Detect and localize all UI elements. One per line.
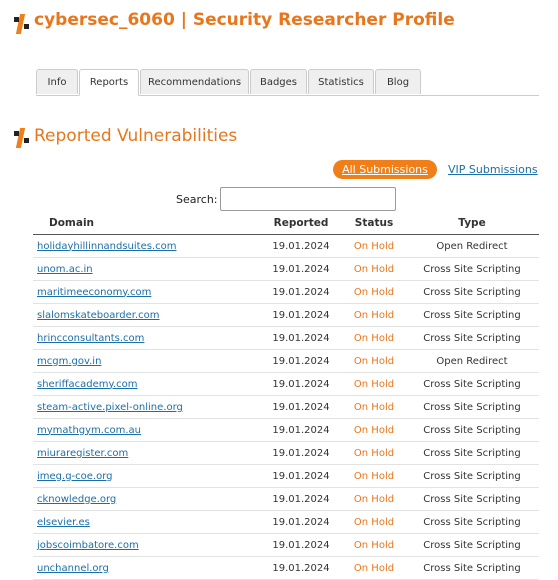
reported-date: 19.01.2024	[259, 487, 343, 511]
tab-info[interactable]: Info	[36, 69, 78, 94]
table-row: sheriffacademy.com 19.01.2024 On Hold Cr…	[33, 372, 539, 396]
status-text: On Hold	[343, 487, 405, 511]
reported-date: 19.01.2024	[259, 395, 343, 419]
reported-date: 19.01.2024	[259, 372, 343, 396]
table-row: miuraregister.com 19.01.2024 On Hold Cro…	[33, 441, 539, 465]
vulnerability-type: Open Redirect	[405, 349, 539, 373]
table-row: elsevier.es 19.01.2024 On Hold Cross Sit…	[33, 510, 539, 534]
domain-link[interactable]: maritimeeconomy.com	[37, 287, 151, 298]
table-row: hrincconsultants.com 19.01.2024 On Hold …	[33, 326, 539, 350]
column-header-reported[interactable]: Reported	[259, 212, 343, 235]
reported-date: 19.01.2024	[259, 303, 343, 327]
vulnerability-type: Cross Site Scripting	[405, 257, 539, 281]
status-text: On Hold	[343, 303, 405, 327]
status-text: On Hold	[343, 510, 405, 534]
table-row: cknowledge.org 19.01.2024 On Hold Cross …	[33, 487, 539, 511]
status-text: On Hold	[343, 280, 405, 304]
tab-recommendations[interactable]: Recommendations	[140, 69, 249, 94]
reported-date: 19.01.2024	[259, 257, 343, 281]
vulnerability-type: Cross Site Scripting	[405, 487, 539, 511]
domain-link[interactable]: holidayhillinnandsuites.com	[37, 241, 177, 252]
domain-link[interactable]: hrincconsultants.com	[37, 333, 144, 344]
reported-date: 19.01.2024	[259, 280, 343, 304]
vulnerability-type: Cross Site Scripting	[405, 441, 539, 465]
table-row: mcgm.gov.in 19.01.2024 On Hold Open Redi…	[33, 349, 539, 373]
domain-link[interactable]: steam-active.pixel-online.org	[37, 402, 183, 413]
reported-date: 19.01.2024	[259, 464, 343, 488]
table-row: maritimeeconomy.com 19.01.2024 On Hold C…	[33, 280, 539, 304]
reported-date: 19.01.2024	[259, 556, 343, 580]
reported-date: 19.01.2024	[259, 533, 343, 557]
reported-date: 19.01.2024	[259, 441, 343, 465]
reported-date: 19.01.2024	[259, 349, 343, 373]
vulnerability-type: Cross Site Scripting	[405, 418, 539, 442]
status-text: On Hold	[343, 533, 405, 557]
status-text: On Hold	[343, 464, 405, 488]
tab-statistics[interactable]: Statistics	[308, 69, 374, 94]
status-text: On Hold	[343, 326, 405, 350]
reported-date: 19.01.2024	[259, 510, 343, 534]
vulnerability-type: Cross Site Scripting	[405, 395, 539, 419]
domain-link[interactable]: jobscoimbatore.com	[37, 540, 139, 551]
status-text: On Hold	[343, 372, 405, 396]
vulnerability-type: Cross Site Scripting	[405, 280, 539, 304]
domain-link[interactable]: unchannel.org	[37, 563, 109, 574]
vulnerability-type: Cross Site Scripting	[405, 303, 539, 327]
table-row: imeg.g-coe.org 19.01.2024 On Hold Cross …	[33, 464, 539, 488]
domain-link[interactable]: unom.ac.in	[37, 264, 93, 275]
reported-date: 19.01.2024	[259, 326, 343, 350]
table-row: steam-active.pixel-online.org 19.01.2024…	[33, 395, 539, 419]
reported-date: 19.01.2024	[259, 418, 343, 442]
column-header-domain[interactable]: Domain	[33, 212, 259, 235]
section-title: Reported Vulnerabilities	[34, 126, 238, 146]
table-row: unchannel.org 19.01.2024 On Hold Cross S…	[33, 556, 539, 580]
status-text: On Hold	[343, 418, 405, 442]
vulnerability-type: Cross Site Scripting	[405, 533, 539, 557]
tab-reports[interactable]: Reports	[79, 69, 139, 96]
domain-link[interactable]: mcgm.gov.in	[37, 356, 101, 367]
section-logo-icon	[14, 128, 30, 148]
domain-link[interactable]: elsevier.es	[37, 517, 90, 528]
page-title: cybersec_6060 | Security Researcher Prof…	[34, 10, 455, 30]
status-text: On Hold	[343, 395, 405, 419]
domain-link[interactable]: slalomskateboarder.com	[37, 310, 160, 321]
domain-link[interactable]: sheriffacademy.com	[37, 379, 138, 390]
vulnerability-type: Cross Site Scripting	[405, 372, 539, 396]
column-header-status[interactable]: Status	[343, 212, 405, 235]
logo-icon	[14, 14, 30, 34]
reported-date: 19.01.2024	[259, 234, 343, 258]
status-text: On Hold	[343, 349, 405, 373]
domain-link[interactable]: imeg.g-coe.org	[37, 471, 113, 482]
vip-submissions-link[interactable]: VIP Submissions	[448, 160, 538, 179]
search-label: Search:	[176, 193, 218, 206]
domain-link[interactable]: cknowledge.org	[37, 494, 116, 505]
status-text: On Hold	[343, 441, 405, 465]
status-text: On Hold	[343, 234, 405, 258]
table-header-row: Domain Reported Status Type	[33, 212, 539, 235]
table-row: unom.ac.in 19.01.2024 On Hold Cross Site…	[33, 257, 539, 281]
vulnerability-type: Cross Site Scripting	[405, 464, 539, 488]
all-submissions-button[interactable]: All Submissions	[333, 160, 437, 179]
table-row: holidayhillinnandsuites.com 19.01.2024 O…	[33, 234, 539, 258]
column-header-type[interactable]: Type	[405, 212, 539, 235]
vulnerability-type: Cross Site Scripting	[405, 510, 539, 534]
search-input[interactable]	[220, 187, 396, 211]
tab-blog[interactable]: Blog	[375, 69, 421, 94]
vulnerability-type: Open Redirect	[405, 234, 539, 258]
status-text: On Hold	[343, 257, 405, 281]
vulnerability-type: Cross Site Scripting	[405, 556, 539, 580]
domain-link[interactable]: mymathgym.com.au	[37, 425, 141, 436]
tab-badges[interactable]: Badges	[250, 69, 307, 94]
vulnerability-type: Cross Site Scripting	[405, 326, 539, 350]
vulnerabilities-table: Domain Reported Status Type holidayhilli…	[33, 212, 539, 580]
domain-link[interactable]: miuraregister.com	[37, 448, 128, 459]
table-row: slalomskateboarder.com 19.01.2024 On Hol…	[33, 303, 539, 327]
status-text: On Hold	[343, 556, 405, 580]
profile-tabs: Info Reports Recommendations Badges Stat…	[36, 69, 539, 96]
table-row: mymathgym.com.au 19.01.2024 On Hold Cros…	[33, 418, 539, 442]
table-row: jobscoimbatore.com 19.01.2024 On Hold Cr…	[33, 533, 539, 557]
